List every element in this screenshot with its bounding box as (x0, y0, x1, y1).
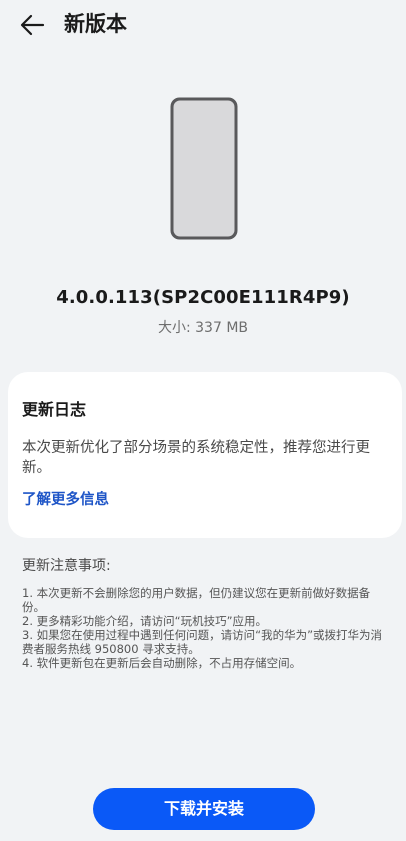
changelog-title: 更新日志 (22, 400, 87, 419)
package-size: 大小: 337 MB (157, 320, 249, 336)
back-button[interactable] (18, 10, 48, 40)
page-title: 新版本 (64, 12, 127, 36)
changelog-card: 更新日志 本次更新优化了部分场景的系统稳定性，推荐您进行更新。 了解更多信息 (8, 372, 402, 538)
header-bar: 新版本 (0, 0, 406, 48)
list-item: 2. 更多精彩功能介绍，请访问“玩机技巧”应用。 (22, 614, 268, 628)
learn-more-link[interactable]: 了解更多信息 (22, 490, 109, 510)
list-item: 4. 软件更新包在更新后会自动删除，不占用存储空间。 (22, 656, 302, 670)
version-number: 4.0.0.113(SP2C00E111R4P9) (56, 287, 350, 308)
list-item: 3. 如果您在使用过程中遇到任何问题，请访问“我的华为”或拨打华为消费者服务热线… (22, 628, 383, 656)
arrow-left-icon (18, 10, 48, 40)
list-item: 1. 本次更新不会删除您的用户数据，但仍建议您在更新前做好数据备份。 (22, 586, 371, 614)
notes-title: 更新注意事项: (22, 558, 111, 574)
download-install-button[interactable]: 下载并安装 (93, 788, 315, 830)
changelog-body: 本次更新优化了部分场景的系统稳定性，推荐您进行更新。 (22, 440, 370, 476)
phone-icon (169, 96, 239, 241)
notes-list: 1. 本次更新不会删除您的用户数据，但仍建议您在更新前做好数据备份。 2. 更多… (22, 586, 390, 670)
